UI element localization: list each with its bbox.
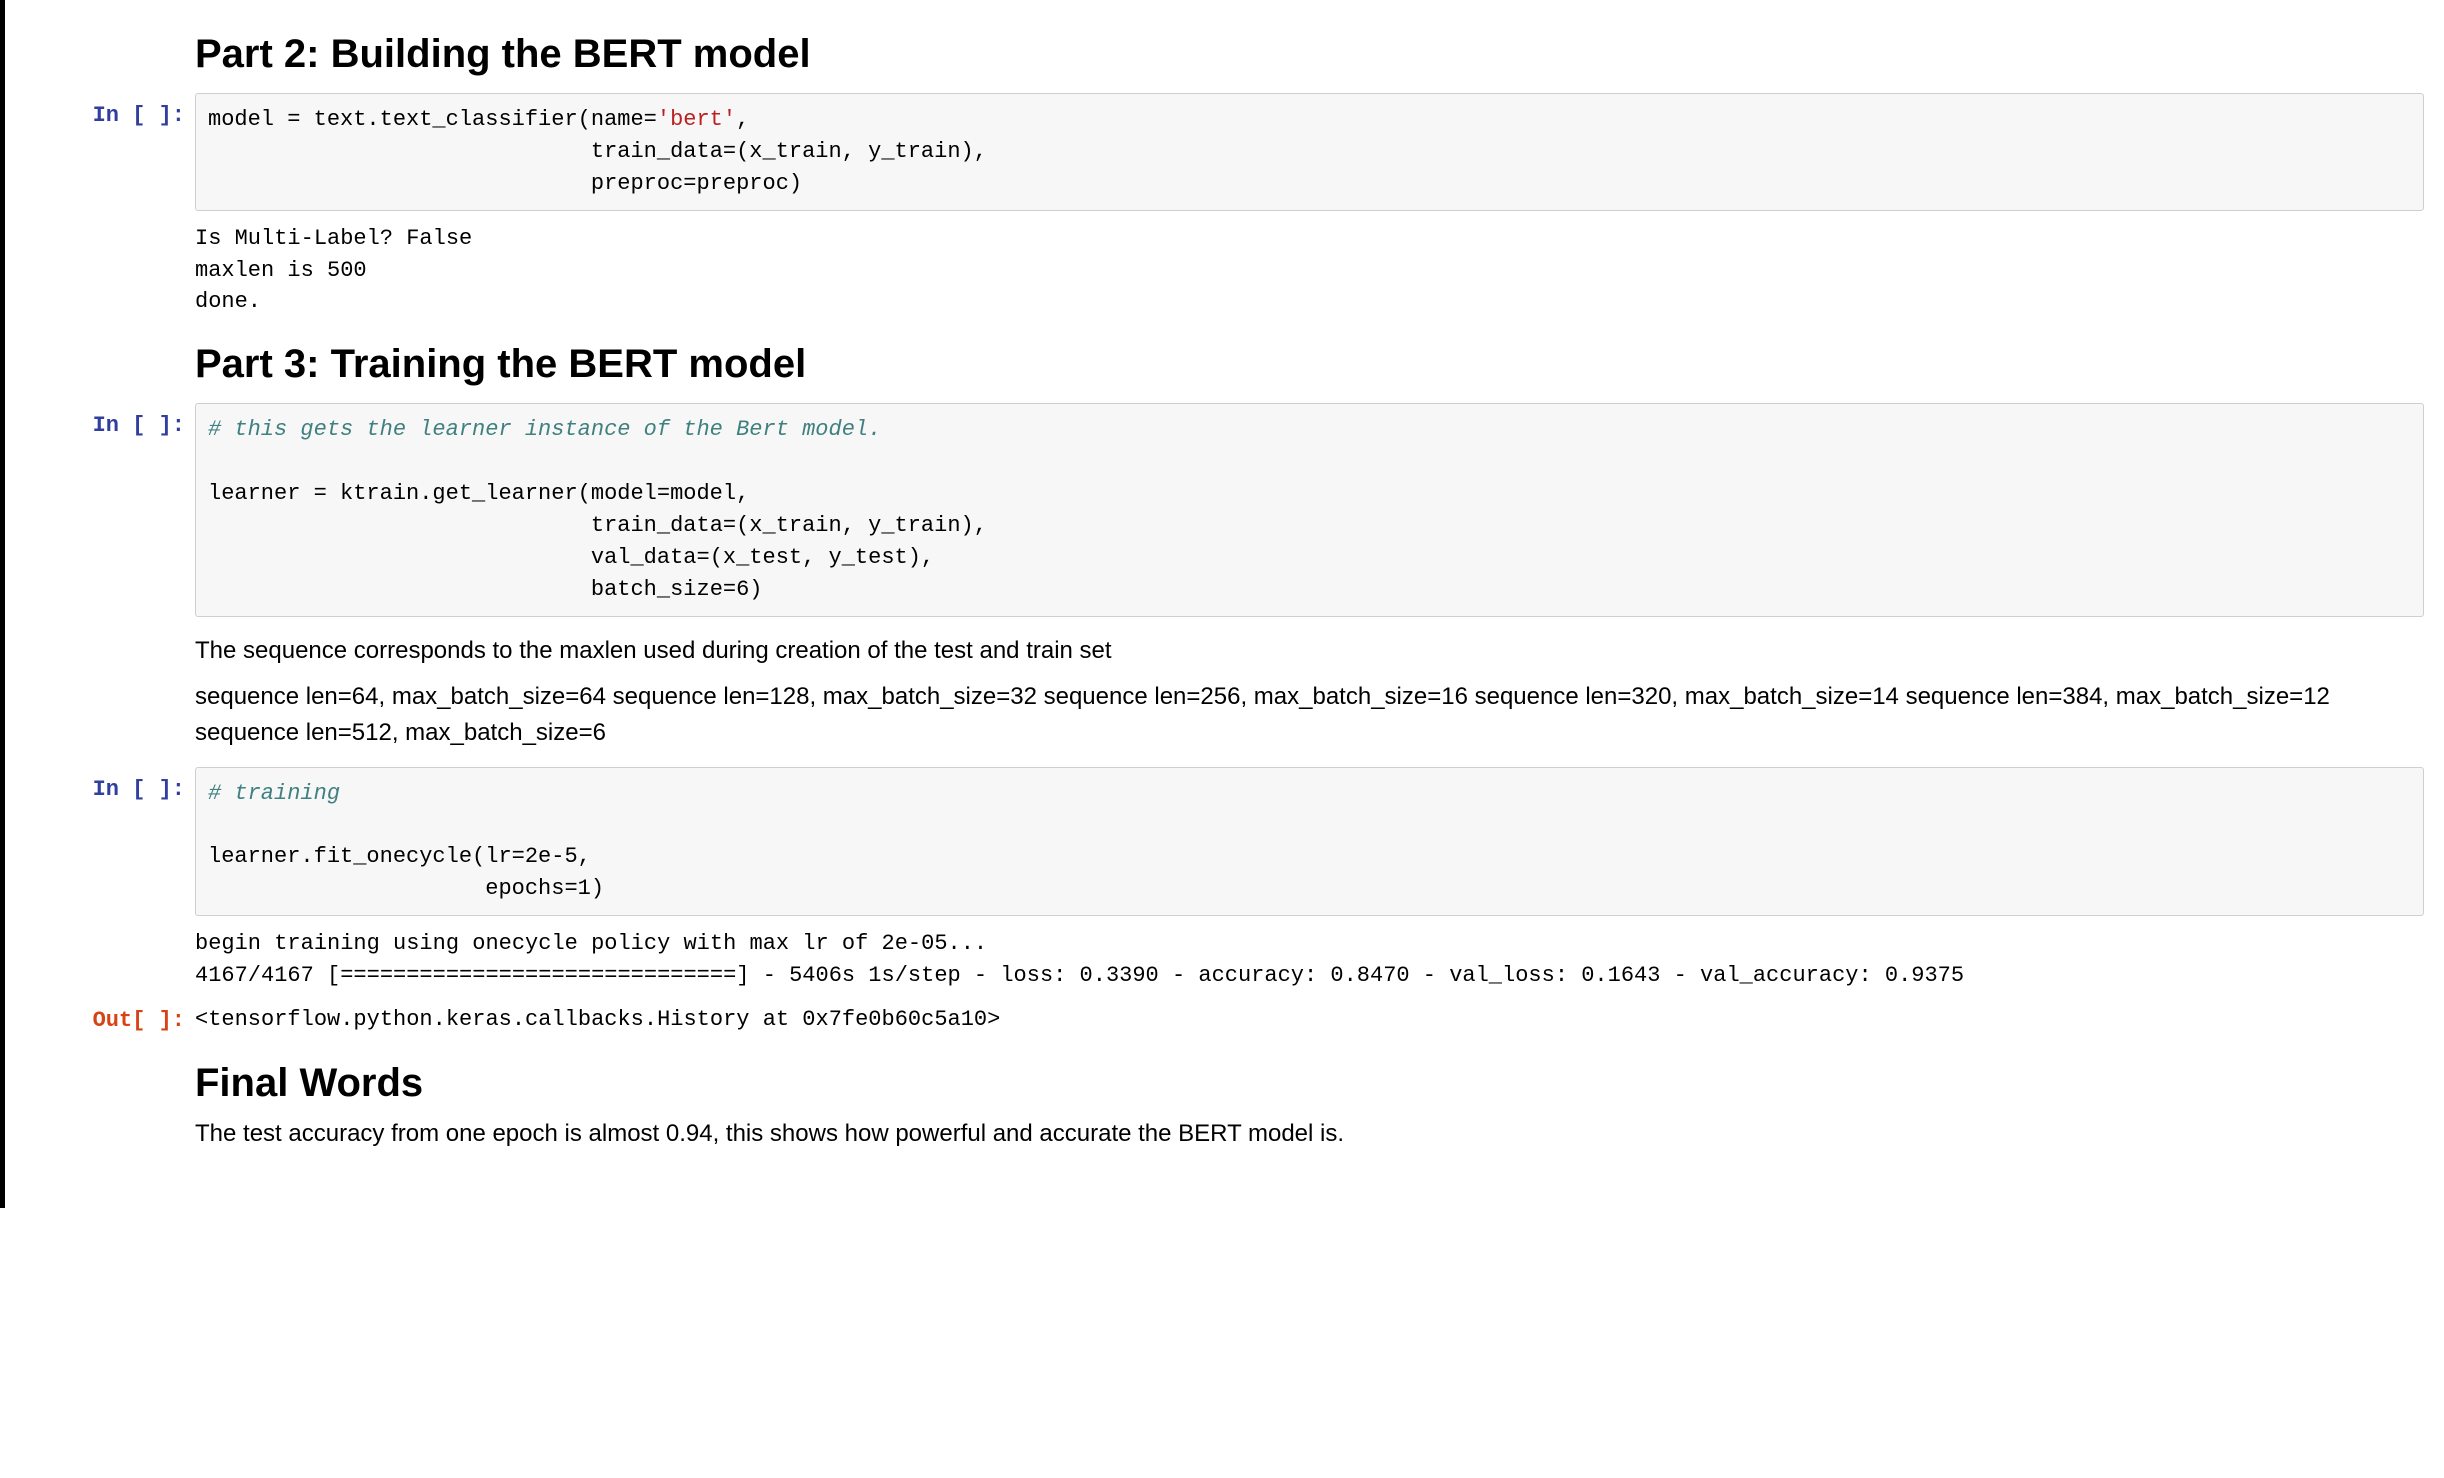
code-cell: In [ ]: # training learner.fit_onecycle(… <box>25 767 2424 917</box>
prompt-empty <box>25 324 195 354</box>
markdown-cell: The sequence corresponds to the maxlen u… <box>25 623 2424 761</box>
code-text[interactable]: model = text.text_classifier(name='bert'… <box>208 104 2411 200</box>
heading-final: Final Words <box>195 1061 2424 1106</box>
code-segment: learner = ktrain.get_learner(model=model… <box>208 481 987 602</box>
code-string: 'bert' <box>657 107 736 132</box>
output-cell: begin training using onecycle policy wit… <box>25 922 2424 992</box>
code-input[interactable]: # training learner.fit_onecycle(lr=2e-5,… <box>195 767 2424 917</box>
code-cell: In [ ]: model = text.text_classifier(nam… <box>25 93 2424 211</box>
markdown-cell: Part 2: Building the BERT model <box>25 14 2424 87</box>
stdout-text: Is Multi-Label? False maxlen is 500 done… <box>195 217 2424 319</box>
paragraph: The test accuracy from one epoch is almo… <box>195 1116 2424 1152</box>
result-cell: Out[ ]: <tensorflow.python.keras.callbac… <box>25 998 2424 1037</box>
result-text: <tensorflow.python.keras.callbacks.Histo… <box>195 998 2424 1036</box>
stdout-text: begin training using onecycle policy wit… <box>195 922 2424 992</box>
prompt-empty <box>25 922 195 952</box>
prompt-empty <box>25 1043 195 1073</box>
input-prompt: In [ ]: <box>25 93 195 132</box>
code-text[interactable]: # this gets the learner instance of the … <box>208 414 2411 605</box>
output-cell: Is Multi-Label? False maxlen is 500 done… <box>25 217 2424 319</box>
markdown-cell: Part 3: Training the BERT model <box>25 324 2424 397</box>
code-comment: # this gets the learner instance of the … <box>208 417 881 442</box>
paragraph: The sequence corresponds to the maxlen u… <box>195 633 2424 669</box>
code-text[interactable]: # training learner.fit_onecycle(lr=2e-5,… <box>208 778 2411 906</box>
heading-part2: Part 2: Building the BERT model <box>195 32 2424 77</box>
code-cell: In [ ]: # this gets the learner instance… <box>25 403 2424 616</box>
input-prompt: In [ ]: <box>25 403 195 442</box>
code-segment: learner.fit_onecycle(lr=2e-5, epochs=1) <box>208 844 604 901</box>
heading-part3: Part 3: Training the BERT model <box>195 342 2424 387</box>
paragraph: sequence len=64, max_batch_size=64 seque… <box>195 679 2424 751</box>
markdown-cell: Final Words The test accuracy from one e… <box>25 1043 2424 1162</box>
output-prompt: Out[ ]: <box>25 998 195 1037</box>
code-input[interactable]: # this gets the learner instance of the … <box>195 403 2424 616</box>
input-prompt: In [ ]: <box>25 767 195 806</box>
code-input[interactable]: model = text.text_classifier(name='bert'… <box>195 93 2424 211</box>
notebook: Part 2: Building the BERT model In [ ]: … <box>0 0 2444 1208</box>
prompt-empty <box>25 623 195 653</box>
prompt-empty <box>25 14 195 44</box>
code-segment: model = text.text_classifier(name= <box>208 107 657 132</box>
code-comment: # training <box>208 781 340 806</box>
prompt-empty <box>25 217 195 247</box>
